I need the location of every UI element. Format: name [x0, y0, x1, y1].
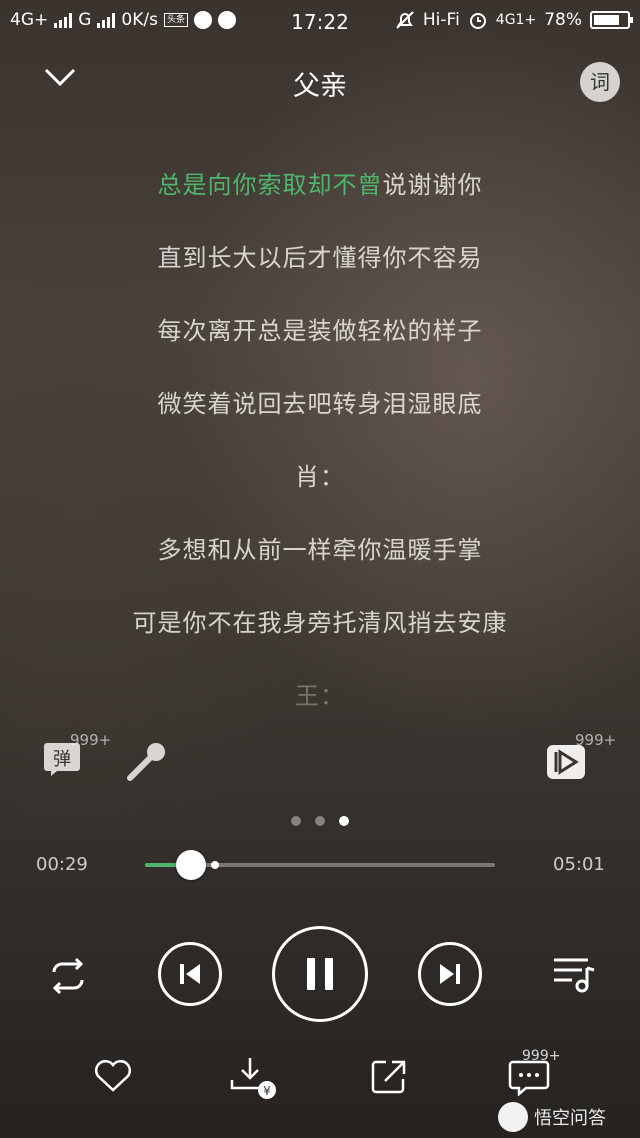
pause-button[interactable] — [272, 926, 368, 1022]
comment-count: 999+ — [522, 1048, 561, 1064]
network-label-3: 4G1+ — [495, 12, 537, 28]
lyric-unsung-part: 肖： — [295, 463, 345, 491]
page-dot[interactable] — [339, 816, 349, 826]
microphone-icon[interactable] — [124, 740, 168, 784]
page-dot[interactable] — [291, 816, 301, 826]
lyric-line: 肖： — [0, 457, 640, 492]
lyric-line: 王： — [0, 676, 640, 711]
watermark-text: 悟空问答 — [534, 1108, 606, 1129]
danmu-label: 弹 — [53, 749, 71, 770]
skip-back-icon — [180, 964, 200, 984]
alarm-icon — [469, 13, 486, 29]
lyric-line: 微笑着说回去吧转身泪湿眼底 — [0, 384, 640, 419]
page-indicator — [0, 816, 640, 826]
download-icon[interactable]: ¥ — [230, 1054, 278, 1100]
lyric-unsung-part: 多想和从前一样牵你温暖手掌 — [157, 536, 483, 564]
heart-icon[interactable] — [92, 1056, 134, 1094]
buffer-marker — [211, 861, 219, 869]
watermark: 悟空问答 — [498, 1102, 606, 1132]
lyric-unsung-part: 直到长大以后才懂得你不容易 — [157, 244, 483, 272]
next-button[interactable] — [418, 942, 482, 1006]
battery-icon — [590, 11, 633, 29]
lyric-line: 可是你不在我身旁托清风捎去安康 — [0, 603, 640, 638]
share-icon[interactable] — [370, 1058, 408, 1096]
lyrics-settings-button[interactable]: 词 — [580, 62, 620, 102]
video-count: 999+ — [575, 731, 617, 749]
svg-text:¥: ¥ — [263, 1084, 271, 1098]
lyric-unsung-part: 微笑着说回去吧转身泪湿眼底 — [157, 390, 483, 418]
lyric-line: 多想和从前一样牵你温暖手掌 — [0, 530, 640, 565]
previous-button[interactable] — [158, 942, 222, 1006]
progress-thumb[interactable] — [175, 850, 206, 880]
lyric-sung-part: 总是向你索取却不曾 — [157, 171, 383, 199]
progress-bar[interactable] — [145, 850, 495, 880]
skip-forward-icon — [440, 964, 460, 984]
danmu-count: 999+ — [70, 731, 112, 749]
song-title: 父亲 — [293, 71, 347, 102]
lyric-line: 总是向你索取却不曾说谢谢你 — [0, 165, 640, 200]
status-bar: 4G+ G 0K/s 头条 17:22 Hi-Fi 4G1+ 78% — [0, 0, 640, 44]
battery-percent: 78% — [544, 10, 582, 30]
mute-bell-icon — [396, 11, 414, 29]
lyric-unsung-part: 可是你不在我身旁托清风捎去安康 — [132, 609, 508, 637]
lyric-unsung-part: 说谢谢你 — [382, 171, 483, 199]
lyric-line: 直到长大以后才懂得你不容易 — [0, 238, 640, 273]
page-dot[interactable] — [315, 816, 325, 826]
playlist-icon[interactable] — [552, 954, 596, 994]
total-time: 05:01 — [553, 854, 605, 875]
lyric-unsung-part: 王： — [295, 682, 345, 710]
lyric-unsung-part: 每次离开总是装做轻松的样子 — [157, 317, 483, 345]
wukong-logo-icon — [498, 1102, 528, 1132]
hifi-label: Hi-Fi — [422, 10, 460, 30]
repeat-icon[interactable] — [46, 956, 90, 996]
lyric-line: 每次离开总是装做轻松的样子 — [0, 311, 640, 346]
elapsed-time: 00:29 — [36, 854, 88, 875]
pause-icon — [307, 958, 333, 990]
